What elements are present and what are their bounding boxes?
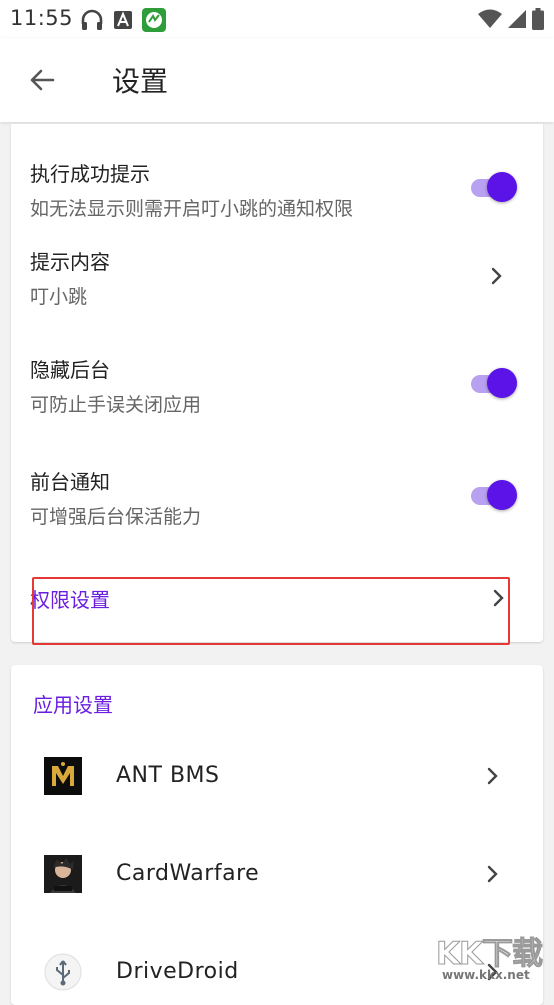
row-title: 隐藏后台 <box>30 358 110 382</box>
foreground-notification-switch[interactable] <box>471 478 521 512</box>
general-settings-card: 执行成功提示 如无法显示则需开启叮小跳的通知权限 提示内容 叮小跳 隐藏后台 可… <box>11 124 543 642</box>
chevron-right-icon <box>491 267 502 285</box>
wifi-icon <box>478 9 502 28</box>
row-title: 提示内容 <box>30 250 110 274</box>
foreground-notification-row[interactable]: 前台通知 可增强后台保活能力 <box>11 460 543 532</box>
chevron-right-icon <box>487 865 498 883</box>
app-badge-icon <box>142 8 166 32</box>
highlight-box <box>32 577 510 645</box>
success-tip-switch[interactable] <box>471 170 521 204</box>
status-right-icons <box>478 8 544 30</box>
row-subtitle: 可防止手误关闭应用 <box>30 394 202 416</box>
tip-content-row[interactable]: 提示内容 叮小跳 <box>11 240 543 312</box>
row-title: 前台通知 <box>30 470 110 494</box>
switch-thumb <box>487 480 517 510</box>
watermark-url: www.kkx.net <box>442 968 530 982</box>
switch-thumb <box>487 368 517 398</box>
cardwarfare-app-icon <box>44 855 82 893</box>
row-title: 执行成功提示 <box>30 162 150 186</box>
row-subtitle: 如无法显示则需开启叮小跳的通知权限 <box>30 198 354 220</box>
app-item-ant-bms[interactable]: ANT BMS <box>11 743 543 809</box>
watermark: KK下载 www.kkx.net <box>435 928 548 984</box>
app-settings-header: 应用设置 <box>33 693 113 717</box>
status-time: 11:55 <box>10 6 74 30</box>
ant-bms-logo-icon <box>44 757 82 795</box>
row-subtitle: 叮小跳 <box>30 286 88 308</box>
success-tip-row[interactable]: 执行成功提示 如无法显示则需开启叮小跳的通知权限 <box>11 152 543 224</box>
arrow-left-icon <box>30 69 55 91</box>
app-name: CardWarfare <box>116 861 260 886</box>
battery-icon <box>532 8 544 30</box>
hide-background-switch[interactable] <box>471 366 521 400</box>
hide-background-row[interactable]: 隐藏后台 可防止手误关闭应用 <box>11 348 543 420</box>
a-icon <box>114 11 132 29</box>
back-button[interactable] <box>20 58 64 102</box>
switch-thumb <box>487 172 517 202</box>
app-name: DriveDroid <box>116 959 239 984</box>
row-subtitle: 可增强后台保活能力 <box>30 506 202 528</box>
watermark-text: KK下载 <box>435 936 543 973</box>
status-left-icons <box>80 8 166 32</box>
headphones-icon <box>81 9 103 30</box>
usb-icon <box>44 953 82 991</box>
app-bar: 设置 <box>0 38 554 122</box>
signal-icon <box>508 10 526 28</box>
app-name: ANT BMS <box>116 763 220 788</box>
chevron-right-icon <box>487 767 498 785</box>
app-item-cardwarfare[interactable]: CardWarfare <box>11 841 543 907</box>
status-bar: 11:55 <box>0 0 554 38</box>
page-title: 设置 <box>112 65 169 98</box>
